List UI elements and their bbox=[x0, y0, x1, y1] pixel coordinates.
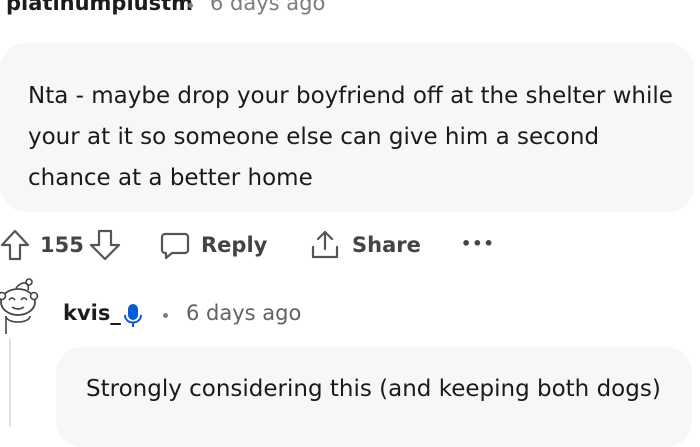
speech-bubble-icon bbox=[160, 232, 190, 260]
comment-body-text: Strongly considering this (and keeping b… bbox=[86, 376, 661, 402]
share-button[interactable]: Share bbox=[352, 233, 421, 257]
more-options-button[interactable]: ••• bbox=[461, 234, 495, 253]
share-icon-wrap[interactable] bbox=[310, 229, 340, 261]
comment-timestamp[interactable]: 6 days ago bbox=[186, 301, 301, 325]
microphone-icon bbox=[124, 304, 142, 327]
upvote-arrow-icon bbox=[0, 229, 30, 261]
separator-dot bbox=[163, 313, 168, 318]
thread-line[interactable] bbox=[9, 338, 11, 427]
share-upload-icon bbox=[311, 230, 339, 259]
comment-timestamp[interactable]: 6 days ago bbox=[210, 0, 325, 15]
avatar[interactable] bbox=[0, 278, 44, 346]
reply-button[interactable]: Reply bbox=[201, 233, 267, 257]
reply-icon-wrap[interactable] bbox=[160, 231, 190, 261]
vote-count: 155 bbox=[40, 233, 84, 257]
comment-body-text: Nta - maybe drop your boyfriend off at t… bbox=[28, 83, 673, 191]
snoo-avatar-icon bbox=[0, 278, 39, 334]
separator-dot bbox=[188, 3, 193, 8]
comment-author[interactable]: kvis_ bbox=[63, 301, 121, 325]
comment-author[interactable]: platinumplustm bbox=[6, 0, 193, 15]
downvote-arrow-icon bbox=[89, 229, 121, 261]
downvote-button[interactable] bbox=[89, 229, 121, 261]
mic-badge bbox=[123, 303, 143, 333]
upvote-button[interactable] bbox=[0, 229, 30, 261]
